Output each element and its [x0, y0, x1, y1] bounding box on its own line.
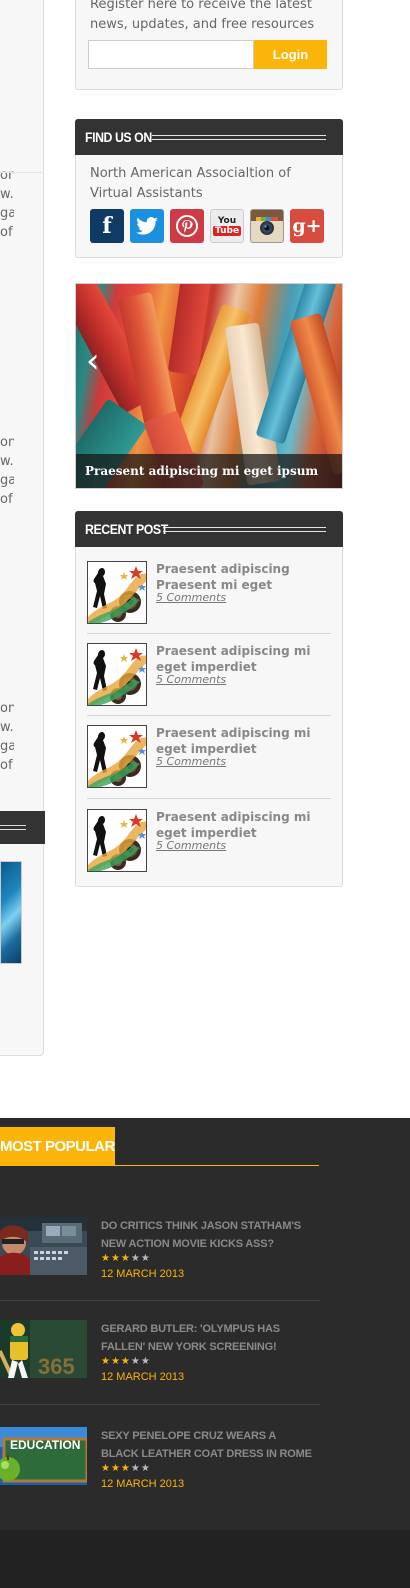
popular-thumbnail[interactable]: EDUCATION	[0, 1427, 87, 1485]
recent-post-header: RECENT POST	[75, 511, 343, 547]
post-thumbnail[interactable]	[87, 561, 147, 624]
popular-thumbnail[interactable]: 365	[0, 1320, 87, 1378]
popular-divider	[0, 1300, 320, 1301]
rating-stars: ★★★★★	[101, 1356, 151, 1367]
left-thumbnail[interactable]	[0, 861, 22, 964]
most-popular-title: MOST POPULAR	[0, 1127, 115, 1166]
register-text: Register here to receive the latest news…	[90, 0, 315, 32]
popular-title[interactable]: GERARD BUTLER: 'OLYMPUS HAS FALLEN' NEW …	[101, 1320, 316, 1356]
popular-date: 12 MARCH 2013	[101, 1478, 185, 1490]
recent-post-divider	[87, 633, 331, 634]
post-thumbnail[interactable]	[87, 809, 147, 872]
recent-post-title: RECENT POST	[85, 521, 168, 537]
instagram-icon[interactable]	[250, 209, 284, 243]
find-us-title: FIND US ON	[85, 129, 152, 145]
post-comments-link[interactable]: 5 Comments	[156, 673, 226, 686]
image-slider[interactable]: ‹ Praesent adipiscing mi eget ipsum impe…	[75, 283, 343, 489]
pinterest-icon[interactable]	[170, 209, 204, 243]
post-comments-link[interactable]: 5 Comments	[156, 591, 226, 604]
find-us-widget: FIND US ON North American Associaltion o…	[75, 119, 343, 258]
post-thumbnail[interactable]	[87, 725, 147, 788]
recent-post-divider	[87, 798, 331, 799]
footer-bottom-bar	[0, 1530, 410, 1588]
popular-thumbnail[interactable]	[0, 1217, 87, 1275]
svg-text:365: 365	[38, 1354, 75, 1378]
recent-post-divider	[87, 715, 331, 716]
twitter-icon[interactable]	[130, 209, 164, 243]
register-widget: Register here to receive the latest news…	[75, 0, 343, 90]
left-text-fragment: onw.ga-of	[0, 435, 14, 507]
find-us-text: North American Associaltion of Virtual A…	[90, 166, 291, 201]
popular-divider	[0, 1404, 320, 1405]
post-title[interactable]: Praesent adipiscing mi eget imperdiet	[156, 643, 334, 675]
popular-date: 12 MARCH 2013	[101, 1371, 185, 1383]
post-thumbnail[interactable]	[87, 643, 147, 706]
popular-date: 12 MARCH 2013	[101, 1268, 185, 1280]
register-email-input[interactable]	[88, 40, 254, 69]
slider-caption[interactable]: Praesent adipiscing mi eget ipsum imper	[76, 454, 342, 488]
post-comments-link[interactable]: 5 Comments	[156, 839, 226, 852]
education-label: EDUCATION	[10, 1438, 80, 1452]
popular-title[interactable]: DO CRITICS THINK JASON STATHAM'S NEW ACT…	[101, 1217, 316, 1253]
rating-stars: ★★★★★	[101, 1253, 151, 1264]
left-divider	[0, 172, 44, 173]
left-text-fragment: onw.ga-of	[0, 701, 14, 773]
post-title[interactable]: Praesent adipiscing mi eget imperdiet	[156, 809, 334, 841]
rating-stars: ★★★★★	[101, 1463, 151, 1474]
google-plus-icon[interactable]: g+	[290, 209, 324, 243]
post-title[interactable]: Praesent adipiscing Praesent mi eget	[156, 561, 334, 593]
post-title[interactable]: Praesent adipiscing mi eget imperdiet	[156, 725, 334, 757]
left-text-fragment: onw.ga-of	[0, 168, 14, 240]
find-us-header: FIND US ON	[75, 119, 343, 155]
youtube-icon[interactable]: You Tube	[210, 209, 244, 243]
login-button[interactable]: Login	[254, 40, 327, 69]
post-comments-link[interactable]: 5 Comments	[156, 755, 226, 768]
recent-post-widget: RECENT POST Praesent adipiscing Praesent…	[75, 511, 343, 887]
most-popular-underline	[0, 1165, 319, 1166]
slider-prev-arrow[interactable]: ‹	[86, 344, 100, 378]
left-widget-header	[0, 811, 45, 844]
popular-title[interactable]: SEXY PENELOPE CRUZ WEARS A BLACK LEATHER…	[101, 1427, 316, 1463]
facebook-icon[interactable]: f	[90, 209, 124, 243]
